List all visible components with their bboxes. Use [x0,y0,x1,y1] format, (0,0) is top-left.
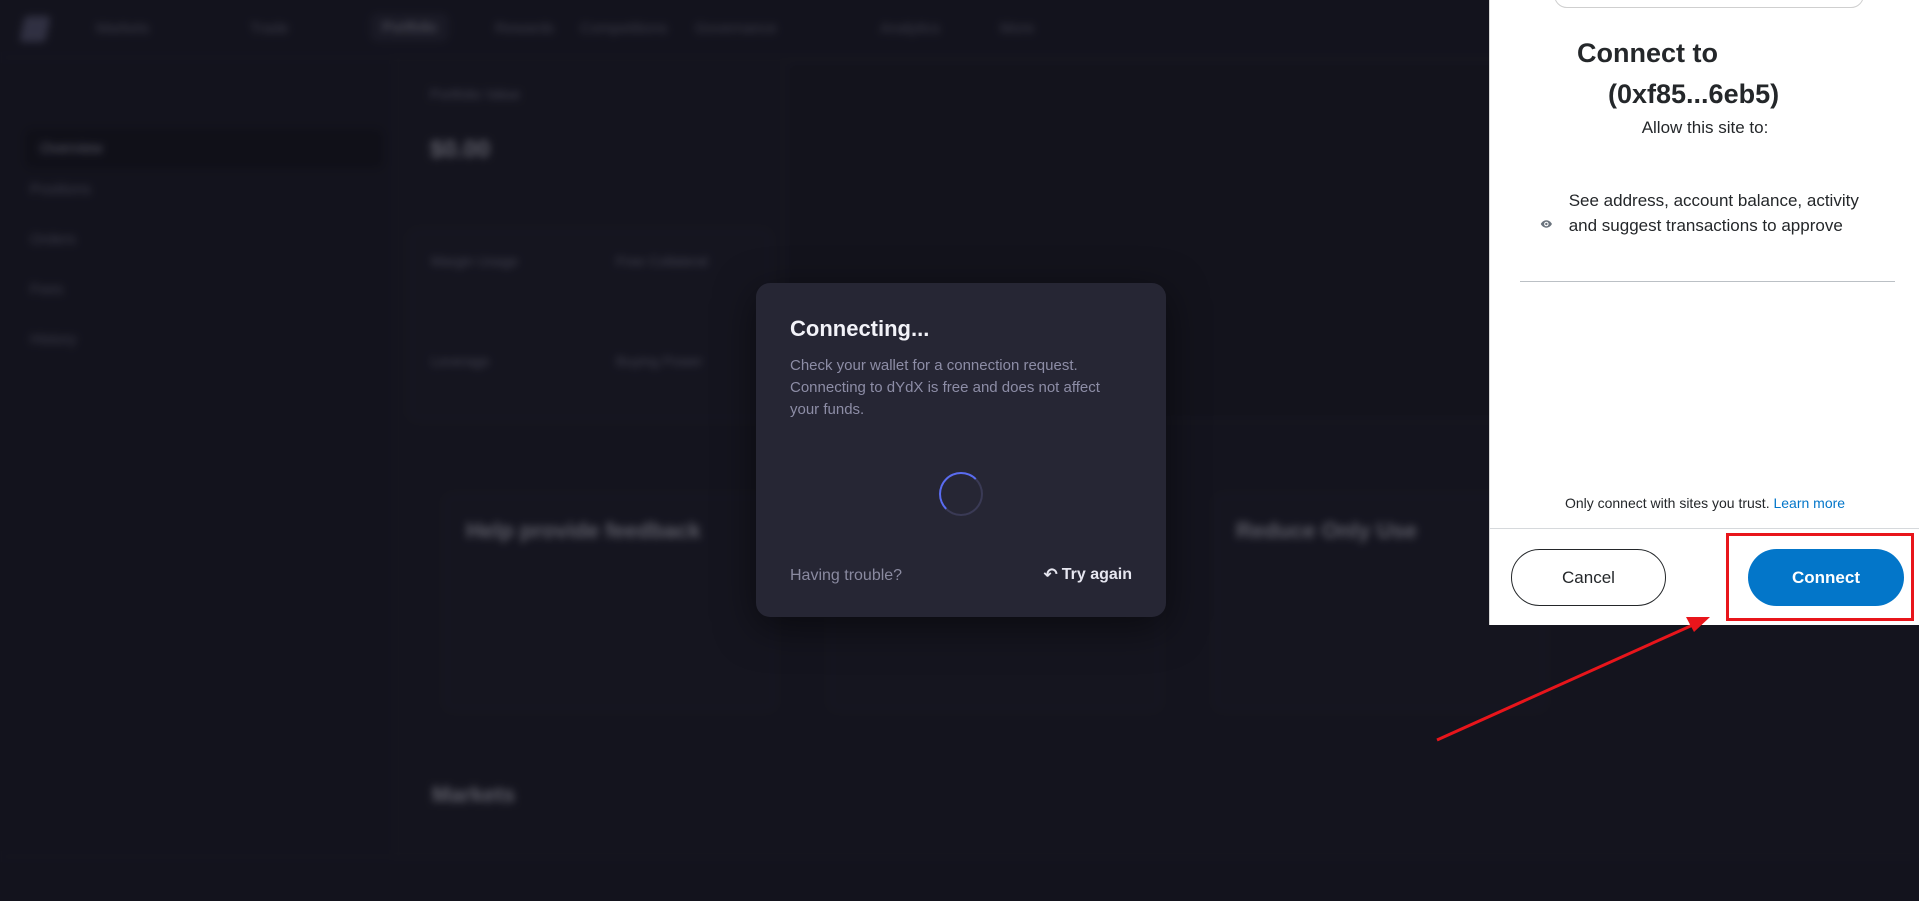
connect-button[interactable]: Connect [1748,549,1904,606]
account-pill [1554,0,1864,8]
modal-title: Connecting... [790,316,930,341]
trust-text: Only connect with sites you trust. [1564,495,1770,511]
metamask-popup: Connect to (0xf85...6eb5) Allow this sit… [1489,0,1919,625]
try-again-label: Try again [1061,566,1132,583]
permission-item: See address, account balance, activity a… [1540,188,1870,238]
undo-icon: ↶ [1043,565,1058,584]
loading-spinner-icon [939,472,983,516]
divider [1520,281,1895,282]
try-again-button[interactable]: ↶ Try again [1044,565,1133,585]
connect-title-line1: Connect to [1577,38,1718,68]
allow-heading: Allow this site to: [1641,118,1769,137]
account-address: (0xf85...6eb5) [1608,79,1780,109]
footer-divider [1490,528,1919,529]
having-trouble-text: Having trouble? [790,567,903,584]
connecting-modal: Connecting... Check your wallet for a co… [756,283,1166,617]
permission-text: See address, account balance, activity a… [1568,191,1859,235]
cancel-button[interactable]: Cancel [1511,549,1666,606]
connect-title: Connect to (0xf85...6eb5) [1577,33,1779,115]
eye-icon [1540,220,1552,228]
trust-notice: Only connect with sites you trust. Learn… [1490,495,1919,511]
learn-more-link[interactable]: Learn more [1773,495,1845,511]
modal-description: Check your wallet for a connection reque… [790,357,1100,418]
